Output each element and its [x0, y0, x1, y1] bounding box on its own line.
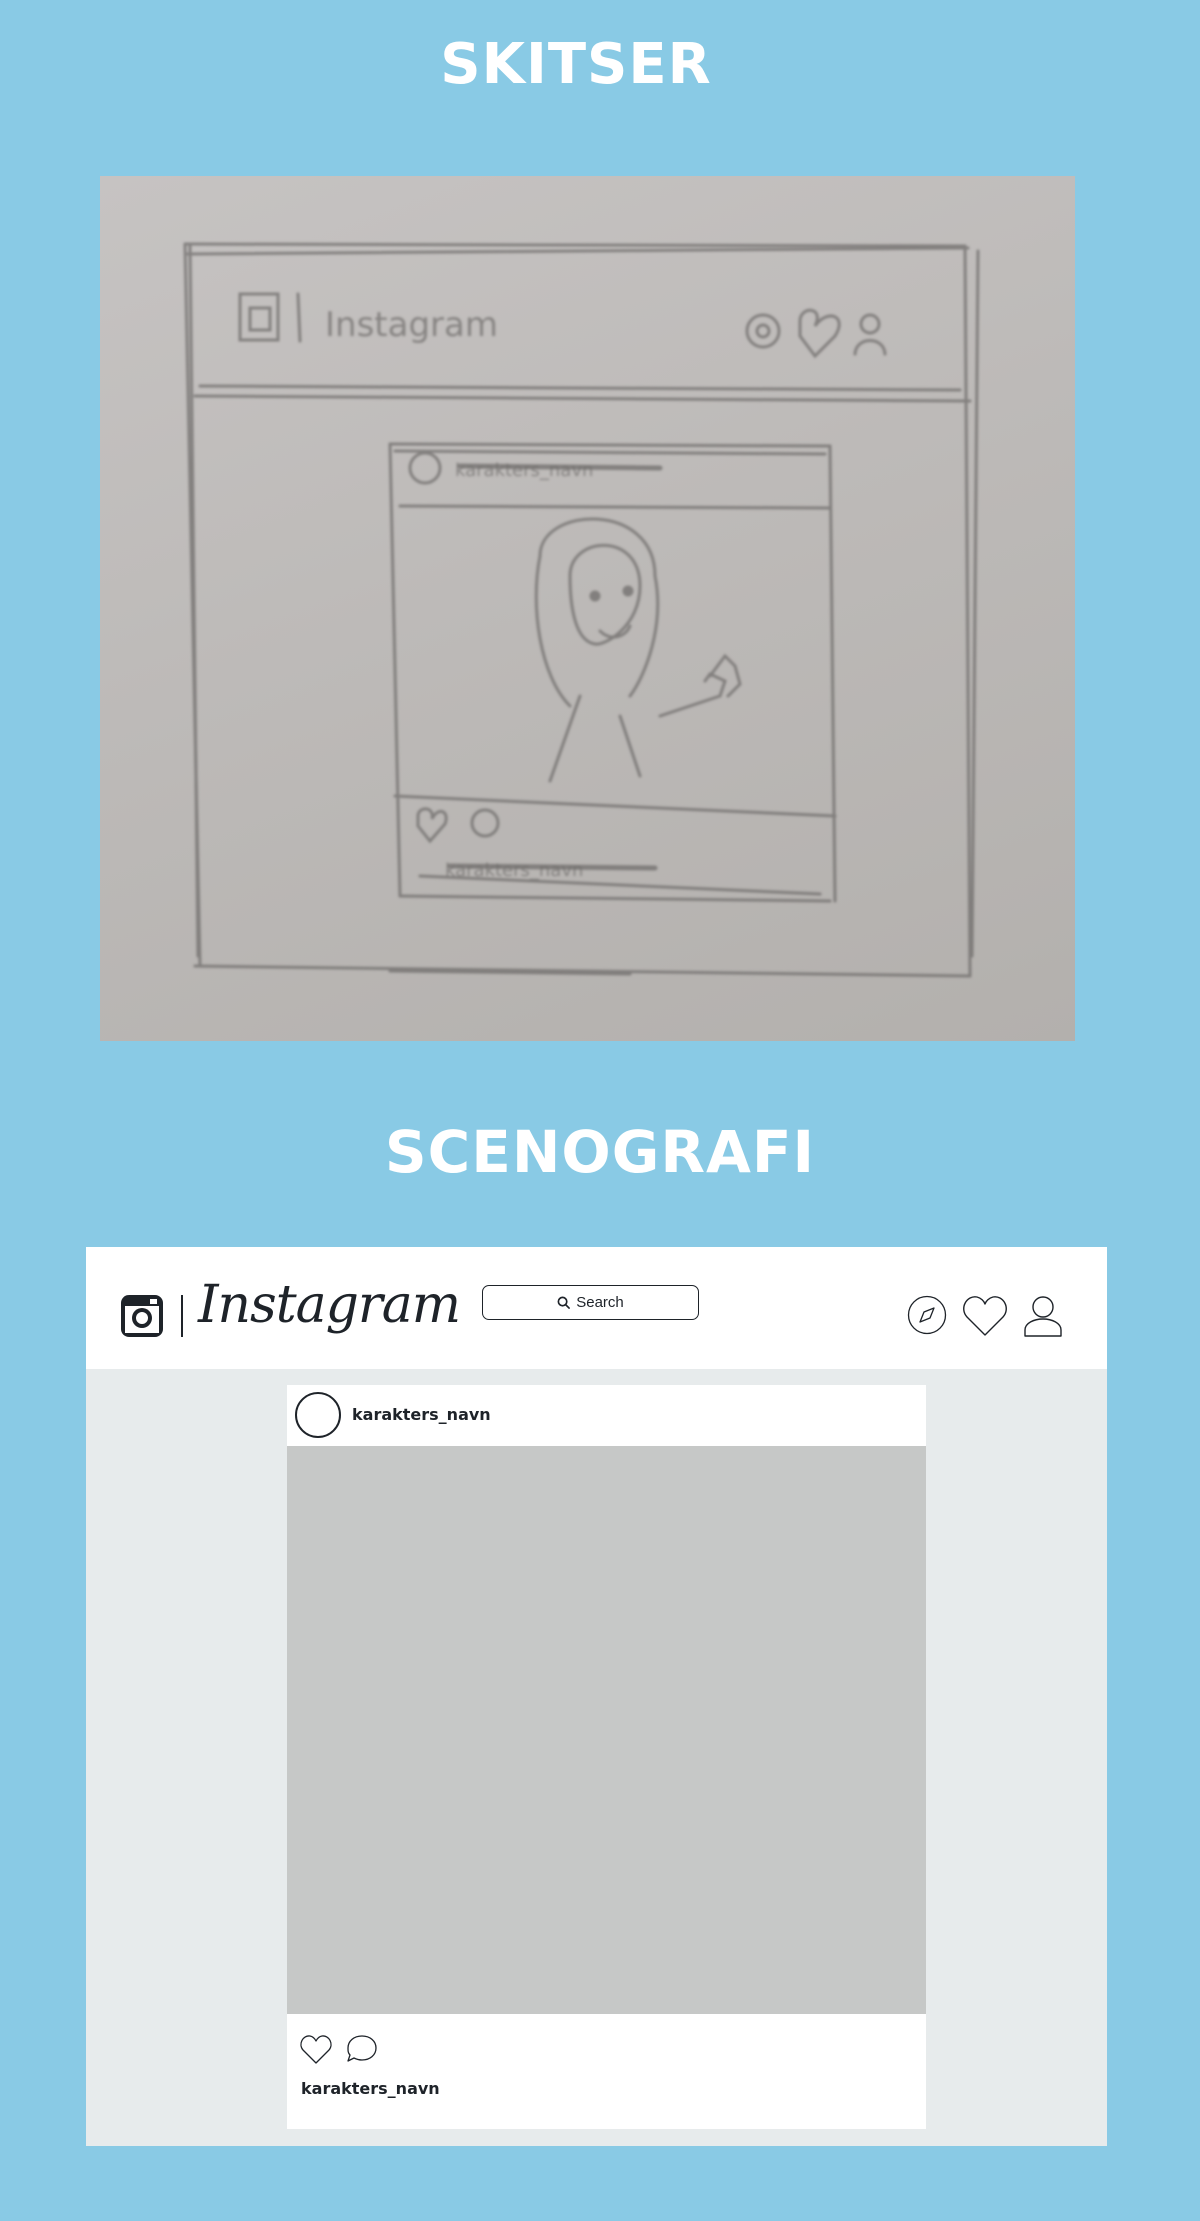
instagram-wordmark[interactable]: Instagram [198, 1275, 461, 1335]
pencil-sketch-drawing: Instagram karakters_navn karakters_navn [183, 242, 980, 978]
sketch-username-top: karakters_navn [455, 460, 593, 481]
mockup-header: Instagram Search [86, 1247, 1107, 1369]
post-card: karakters_navn karakters_navn [287, 1385, 926, 2129]
heart-icon[interactable] [299, 2033, 333, 2065]
caption-username[interactable]: karakters_navn [301, 2079, 440, 2098]
sketch-username-bottom: karakters_navn [445, 860, 583, 881]
post-header: karakters_navn [287, 1385, 926, 1446]
sketches-heading: SKITSER [440, 32, 712, 97]
instagram-mockup: Instagram Search karakters_navn karakter… [86, 1247, 1107, 2146]
search-icon [557, 1296, 571, 1309]
scenography-heading: SCENOGRAFI [384, 1118, 816, 1186]
heart-icon[interactable] [961, 1294, 1009, 1338]
search-placeholder: Search [576, 1294, 624, 1311]
sketch-photo: Instagram karakters_navn karakters_navn [100, 176, 1075, 1041]
profile-icon[interactable] [1022, 1295, 1064, 1337]
logo-divider [181, 1295, 183, 1337]
sketch-wordmark-text: Instagram [325, 305, 498, 345]
instagram-camera-icon[interactable] [121, 1295, 163, 1337]
avatar[interactable] [295, 1392, 341, 1438]
explore-icon[interactable] [907, 1295, 947, 1335]
post-image-placeholder[interactable] [287, 1446, 926, 2014]
search-input[interactable]: Search [482, 1285, 699, 1320]
comment-icon[interactable] [345, 2033, 379, 2065]
post-username[interactable]: karakters_navn [352, 1405, 491, 1424]
